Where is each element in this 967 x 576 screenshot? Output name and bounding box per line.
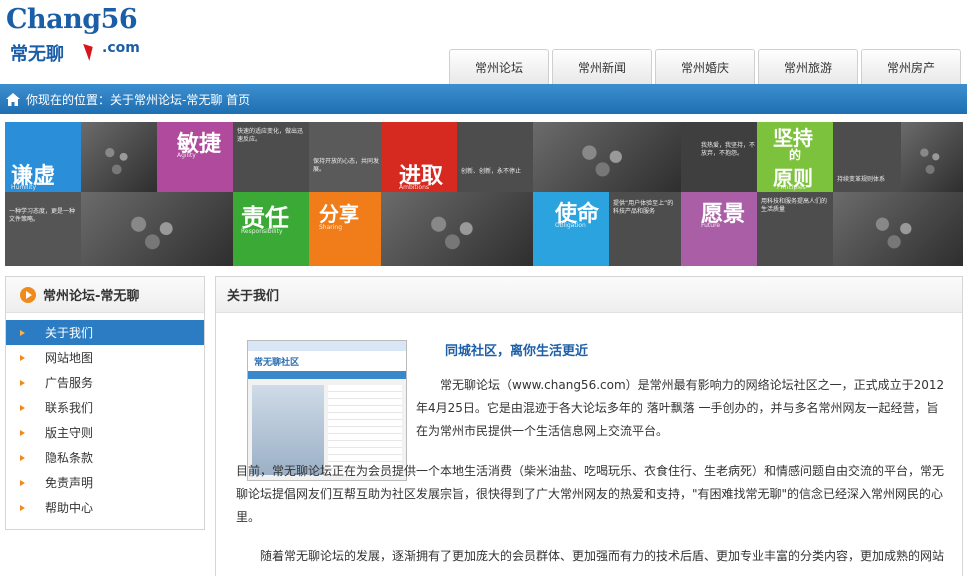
thumb-topbar bbox=[248, 341, 406, 351]
tile-text-7: 用科技和服务提高人们的生活质量 bbox=[757, 192, 833, 266]
paragraph-2: 目前，常无聊论坛正在为会员提供一个本地生活消费（柴米油盐、吃喝玩乐、衣食住行、生… bbox=[236, 464, 945, 524]
main-header: 关于我们 bbox=[216, 277, 962, 313]
nav-tab-travel[interactable]: 常州旅游 bbox=[758, 49, 858, 84]
site-header: Chang56 常无聊 .com 常州论坛 常州新闻 常州婚庆 常州旅游 常州房… bbox=[0, 0, 967, 84]
tile-humility: 谦虚 Humility bbox=[5, 122, 81, 192]
thumb-nav bbox=[248, 371, 406, 379]
seminar-photo bbox=[81, 192, 233, 266]
tile-future: 愿景 Future bbox=[681, 192, 757, 266]
future-en: Future bbox=[701, 222, 721, 229]
sharing-label: 分享 bbox=[319, 202, 359, 226]
values-banner: 谦虚 Humility 敏捷 Agility 快速的适应变化，做出迅速反应。 保… bbox=[5, 122, 963, 266]
sidebar-item-label: 帮助中心 bbox=[45, 501, 94, 515]
sidebar-title: 常州论坛-常无聊 bbox=[43, 289, 140, 304]
logo-domain: .com bbox=[102, 40, 140, 56]
obligation-en: Obligation bbox=[555, 222, 586, 229]
bullet-icon bbox=[20, 329, 25, 336]
nav-tab-realestate[interactable]: 常州房产 bbox=[861, 49, 961, 84]
nav-tab-news[interactable]: 常州新闻 bbox=[552, 49, 652, 84]
tile-text-1: 快速的适应变化，做出迅速反应。 bbox=[233, 122, 309, 192]
text-1: 快速的适应变化，做出迅速反应。 bbox=[237, 128, 304, 143]
sidebar-item-label: 网站地图 bbox=[45, 351, 94, 365]
breadcrumb-text[interactable]: 你现在的位置：关于常州论坛-常无聊 首页 bbox=[26, 91, 250, 108]
sidebar: 常州论坛-常无聊 关于我们 网站地图 广告服务 联系我们 版主守则 隐私条款 免… bbox=[5, 276, 205, 530]
tile-obligation: 使命 Obligation bbox=[533, 192, 609, 266]
text-2: 保持开放的心态，共同发展。 bbox=[313, 158, 380, 173]
site-logo[interactable]: Chang56 常无聊 .com bbox=[6, 4, 146, 68]
humility-en: Humility bbox=[11, 184, 37, 191]
sidebar-item-about[interactable]: 关于我们 bbox=[6, 320, 204, 345]
sidebar-item-label: 广告服务 bbox=[45, 376, 94, 390]
bullet-icon bbox=[20, 429, 25, 436]
text-8: 持续变革规则体系 bbox=[837, 176, 886, 183]
arrow-right-icon bbox=[20, 286, 36, 303]
sidebar-header: 常州论坛-常无聊 bbox=[6, 277, 204, 313]
tile-text-2: 保持开放的心态，共同发展。 bbox=[309, 122, 381, 192]
breadcrumb: 你现在的位置：关于常州论坛-常无聊 首页 bbox=[0, 84, 967, 114]
responsibility-en: Responsibility bbox=[241, 228, 283, 235]
tile-agility: 敏捷 Agility bbox=[157, 122, 233, 192]
thumb-logo: 常无聊社区 bbox=[248, 351, 406, 371]
tile-text-5: 我热爱，我坚持，不放弃，不抱怨。 bbox=[681, 122, 757, 192]
sidebar-item-label: 版主守则 bbox=[45, 426, 94, 440]
sidebar-menu: 关于我们 网站地图 广告服务 联系我们 版主守则 隐私条款 免责声明 帮助中心 bbox=[6, 313, 204, 520]
home-icon[interactable] bbox=[6, 92, 20, 106]
ambitions-en: Ambitions bbox=[399, 184, 430, 191]
text-5: 我热爱，我坚持，不放弃，不抱怨。 bbox=[701, 142, 756, 157]
group-photo bbox=[533, 122, 681, 192]
sidebar-item-label: 关于我们 bbox=[45, 326, 94, 340]
bullet-icon bbox=[20, 454, 25, 461]
text-7: 用科技和服务提高人们的生活质量 bbox=[761, 198, 828, 213]
office-photo bbox=[901, 122, 963, 192]
tile-sharing: 分享 Sharing bbox=[309, 192, 381, 266]
sidebar-item-sitemap[interactable]: 网站地图 bbox=[6, 345, 204, 370]
staff-photo bbox=[381, 192, 533, 266]
sidebar-item-label: 免责声明 bbox=[45, 476, 94, 490]
sidebar-item-label: 联系我们 bbox=[45, 401, 94, 415]
tile-text-4: 一种学习态度，更是一种文件策略。 bbox=[5, 192, 81, 266]
sidebar-item-help[interactable]: 帮助中心 bbox=[6, 495, 204, 520]
sidebar-item-label: 隐私条款 bbox=[45, 451, 94, 465]
bullet-icon bbox=[20, 479, 25, 486]
tile-text-6: 提供“用户体验至上”的科技产品和服务 bbox=[609, 192, 681, 266]
bullet-icon bbox=[20, 504, 25, 511]
logo-wordmark: Chang56 bbox=[6, 4, 138, 35]
paragraph-3: 随着常无聊论坛的发展，逐渐拥有了更加庞大的会员群体、更加强而有力的技术后盾、更加… bbox=[260, 549, 945, 563]
paragraph-1: 常无聊论坛（www.chang56.com）是常州最有影响力的网络论坛社区之一，… bbox=[416, 378, 945, 438]
tile-text-8: 持续变革规则体系 bbox=[833, 122, 901, 192]
celebration-photo bbox=[833, 192, 963, 266]
agility-en: Agility bbox=[177, 152, 196, 159]
sidebar-item-moderator-rules[interactable]: 版主守则 bbox=[6, 420, 204, 445]
bullet-icon bbox=[20, 379, 25, 386]
tile-ambitions: 进取 Ambitions bbox=[381, 122, 457, 192]
sidebar-item-disclaimer[interactable]: 免责声明 bbox=[6, 470, 204, 495]
principles-en: Principles bbox=[777, 184, 806, 191]
text-4: 一种学习态度，更是一种文件策略。 bbox=[9, 208, 76, 223]
nav-tab-forum[interactable]: 常州论坛 bbox=[449, 49, 549, 84]
text-6: 提供“用户体验至上”的科技产品和服务 bbox=[613, 200, 674, 215]
tile-responsibility: 责任 Responsibility bbox=[233, 192, 309, 266]
team-photo bbox=[81, 122, 157, 192]
main-content: 关于我们 常无聊社区 同城社区，离你生活更近 常无聊论坛（www.chang56… bbox=[215, 276, 963, 576]
sharing-en: Sharing bbox=[319, 224, 343, 231]
cursor-icon bbox=[83, 41, 97, 61]
bullet-icon bbox=[20, 354, 25, 361]
principles-label-2: 的 bbox=[789, 148, 802, 162]
sidebar-item-contact[interactable]: 联系我们 bbox=[6, 395, 204, 420]
tile-principles: 坚持 的 原则 Principles bbox=[757, 122, 833, 192]
logo-chinese: 常无聊 bbox=[10, 44, 64, 65]
sidebar-item-ads[interactable]: 广告服务 bbox=[6, 370, 204, 395]
bullet-icon bbox=[20, 404, 25, 411]
nav-tab-wedding[interactable]: 常州婚庆 bbox=[655, 49, 755, 84]
text-3: 创新、创新，永不停止 bbox=[461, 168, 522, 175]
main-nav: 常州论坛 常州新闻 常州婚庆 常州旅游 常州房产 bbox=[449, 49, 961, 84]
sidebar-item-privacy[interactable]: 隐私条款 bbox=[6, 445, 204, 470]
tile-text-3: 创新、创新，永不停止 bbox=[457, 122, 533, 192]
headline: 同城社区，离你生活更近 bbox=[445, 344, 589, 359]
